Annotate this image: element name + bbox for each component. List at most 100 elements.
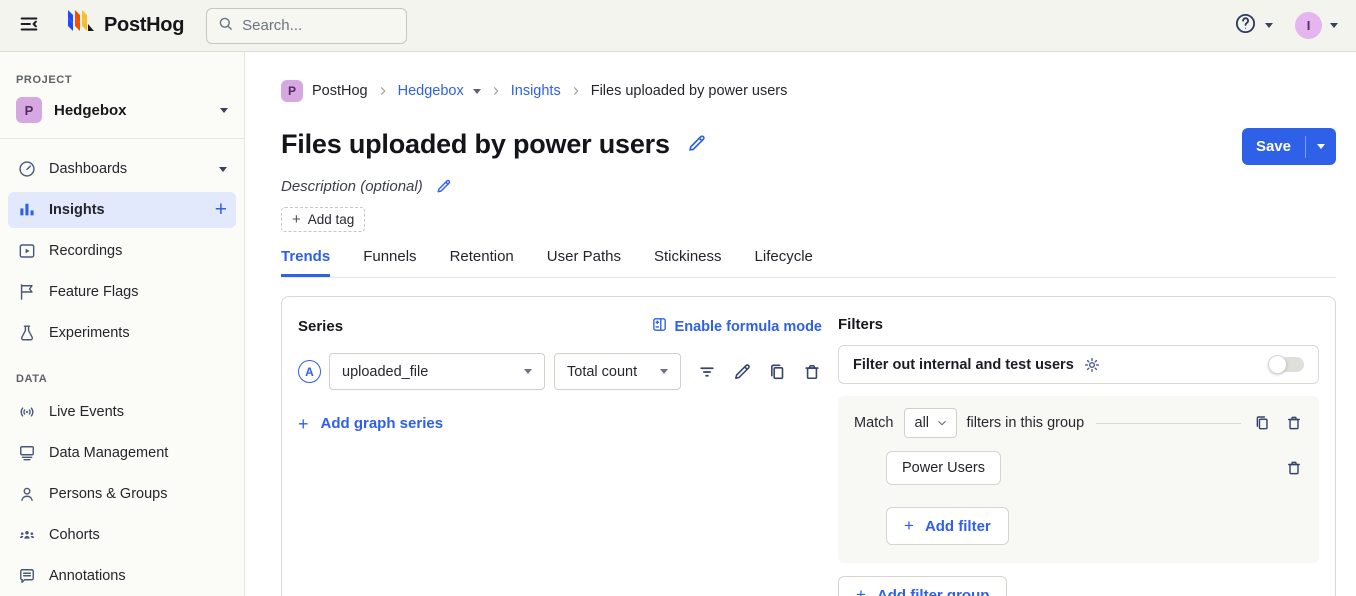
sidebar-item-insights[interactable]: Insights + — [8, 192, 236, 228]
internal-users-filter-label: Filter out internal and test users — [853, 357, 1074, 373]
match-suffix-label: filters in this group — [967, 415, 1085, 431]
query-editor-panel: Series Enable formula mode — [281, 296, 1336, 596]
recordings-icon — [17, 241, 37, 261]
help-menu[interactable] — [1234, 12, 1273, 40]
tab-stickiness[interactable]: Stickiness — [654, 248, 722, 277]
sidebar-section-project: PROJECT — [16, 74, 228, 86]
sidebar-item-live-events[interactable]: Live Events — [8, 394, 236, 430]
enable-formula-mode-link[interactable]: Enable formula mode — [651, 316, 822, 337]
formula-icon — [651, 316, 668, 337]
pencil-icon[interactable] — [732, 362, 752, 382]
chevron-right-icon — [377, 85, 389, 97]
trash-icon[interactable] — [802, 362, 822, 382]
match-type-select[interactable]: all — [904, 408, 957, 438]
tab-funnels[interactable]: Funnels — [363, 248, 416, 277]
duplicate-icon[interactable] — [767, 362, 787, 382]
event-select[interactable]: uploaded_file — [329, 353, 545, 390]
sidebar-item-feature-flags[interactable]: Feature Flags — [8, 274, 236, 310]
help-icon — [1234, 12, 1257, 40]
logo-wordmark: PostHog — [104, 14, 184, 37]
global-search[interactable] — [206, 8, 407, 44]
tag-row: + Add tag — [281, 207, 1336, 232]
aggregation-select[interactable]: Total count — [554, 353, 681, 390]
sidebar-item-label: Feature Flags — [49, 284, 138, 300]
new-insight-plus-icon[interactable]: + — [215, 200, 227, 220]
tab-retention[interactable]: Retention — [450, 248, 514, 277]
person-icon — [17, 484, 37, 504]
filters-section: Filters Filter out internal and test use… — [838, 297, 1335, 596]
breadcrumb: P PostHog Hedgebox Insights Files upload… — [281, 80, 1336, 102]
match-row: Match all filters in this group — [854, 408, 1303, 438]
breadcrumb-item-posthog[interactable]: PostHog — [312, 83, 368, 99]
add-filter-label: Add filter — [925, 518, 991, 535]
series-row-actions — [697, 362, 822, 382]
match-prefix-label: Match — [854, 415, 894, 431]
flask-icon — [17, 323, 37, 343]
filter-group: Match all filters in this group — [838, 396, 1319, 563]
add-tag-button[interactable]: + Add tag — [281, 207, 365, 232]
match-type-value: all — [915, 415, 930, 431]
sidebar-item-label: Dashboards — [49, 161, 127, 177]
posthog-logo[interactable]: PostHog — [66, 10, 184, 41]
cohort-filter-chip[interactable]: Power Users — [886, 451, 1001, 485]
breadcrumb-item-hedgebox[interactable]: Hedgebox — [398, 83, 464, 99]
internal-users-toggle[interactable] — [1269, 357, 1304, 372]
project-caret-icon — [220, 108, 228, 113]
posthog-logo-icon — [66, 10, 96, 41]
toggle-knob — [1268, 355, 1287, 374]
project-switcher[interactable]: P Hedgebox — [0, 95, 244, 125]
add-filter-group-button[interactable]: + Add filter group — [838, 576, 1007, 596]
chevron-down-icon — [660, 369, 668, 374]
search-input[interactable] — [242, 17, 382, 34]
duplicate-icon[interactable] — [1253, 414, 1271, 432]
series-section: Series Enable formula mode — [282, 297, 838, 596]
tab-user-paths[interactable]: User Paths — [547, 248, 621, 277]
trash-icon[interactable] — [1285, 414, 1303, 432]
enable-formula-mode-label: Enable formula mode — [675, 319, 822, 335]
event-select-value: uploaded_file — [342, 364, 524, 380]
edit-description-pencil-icon[interactable] — [435, 178, 452, 195]
edit-title-pencil-icon[interactable] — [686, 133, 707, 159]
plus-icon: + — [856, 585, 866, 596]
sidebar-item-annotations[interactable]: Annotations — [8, 558, 236, 594]
gear-icon[interactable] — [1083, 356, 1101, 374]
group-actions — [1253, 414, 1303, 432]
sidebar-item-cohorts[interactable]: Cohorts — [8, 517, 236, 553]
match-divider-line — [1096, 423, 1241, 424]
series-badge-a: A — [298, 360, 321, 383]
annotations-icon — [17, 566, 37, 586]
save-options-button[interactable] — [1306, 144, 1336, 149]
filters-heading: Filters — [838, 316, 1319, 333]
series-heading: Series — [298, 318, 343, 335]
sidebar-item-experiments[interactable]: Experiments — [8, 315, 236, 351]
tab-trends[interactable]: Trends — [281, 248, 330, 277]
trash-icon[interactable] — [1285, 459, 1303, 477]
collapse-sidebar-button[interactable] — [18, 13, 40, 38]
sidebar-item-recordings[interactable]: Recordings — [8, 233, 236, 269]
sidebar-item-data-management[interactable]: Data Management — [8, 435, 236, 471]
add-filter-button[interactable]: + Add filter — [886, 507, 1009, 545]
sidebar-divider — [0, 138, 244, 139]
breadcrumb-item-insights[interactable]: Insights — [511, 83, 561, 99]
data-management-icon — [17, 443, 37, 463]
add-filter-group-label: Add filter group — [877, 587, 990, 596]
account-caret-icon — [1330, 23, 1338, 28]
breadcrumb-project-caret-icon[interactable] — [473, 89, 481, 94]
add-graph-series-button[interactable]: + Add graph series — [298, 415, 822, 432]
series-header: Series Enable formula mode — [298, 316, 822, 337]
sidebar-item-label: Data Management — [49, 445, 168, 461]
sidebar-item-label: Experiments — [49, 325, 130, 341]
insight-type-tabs: Trends Funnels Retention User Paths Stic… — [281, 248, 1336, 278]
bar-chart-icon — [17, 200, 37, 220]
filter-icon[interactable] — [697, 362, 717, 382]
save-button[interactable]: Save — [1242, 128, 1336, 165]
sidebar-item-dashboards[interactable]: Dashboards — [8, 151, 236, 187]
sidebar-item-persons-groups[interactable]: Persons & Groups — [8, 476, 236, 512]
account-menu[interactable]: I — [1295, 12, 1338, 39]
top-bar: PostHog I — [0, 0, 1356, 52]
posthog-app: PostHog I — [0, 0, 1356, 596]
tab-lifecycle[interactable]: Lifecycle — [755, 248, 813, 277]
project-badge: P — [16, 97, 42, 123]
sidebar-item-label: Recordings — [49, 243, 122, 259]
help-caret-icon — [1265, 23, 1273, 28]
